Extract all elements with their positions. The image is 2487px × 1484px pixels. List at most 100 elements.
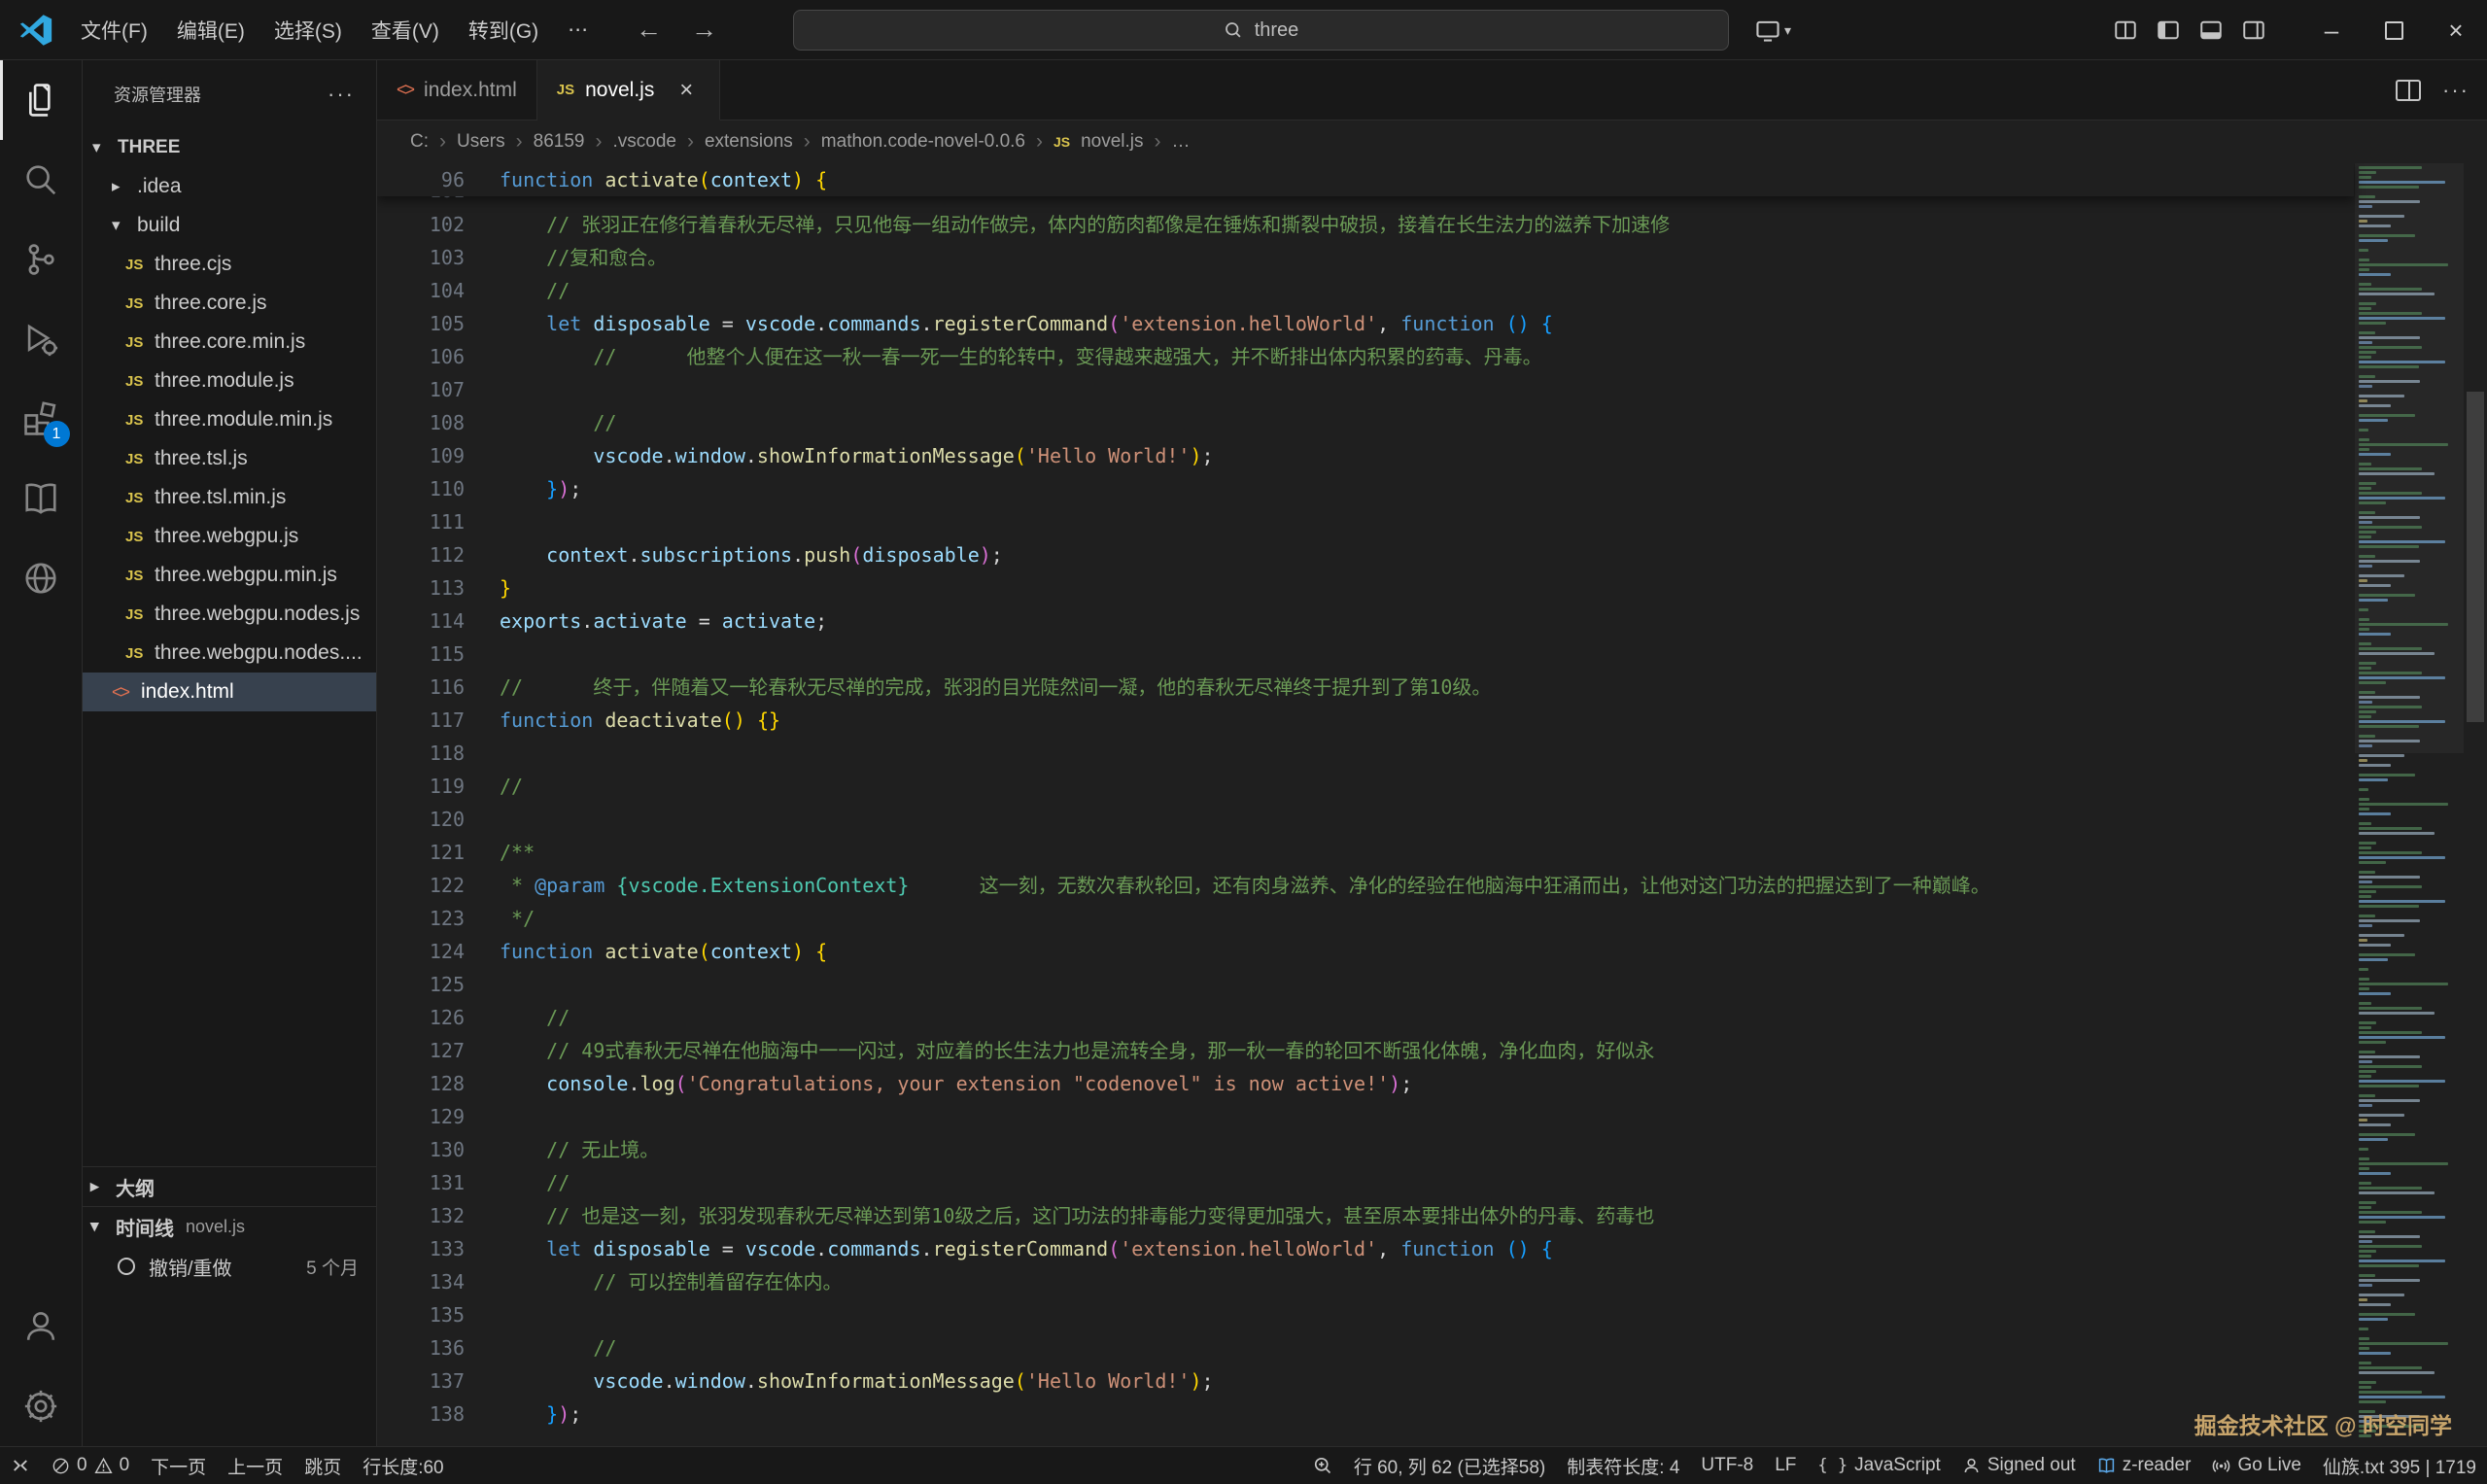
- code-line[interactable]: 108 //: [377, 406, 2487, 439]
- line-number[interactable]: 132: [377, 1199, 500, 1232]
- close-window-button[interactable]: ×: [2425, 0, 2487, 60]
- prev-page-button[interactable]: 上一页: [217, 1447, 294, 1484]
- line-number[interactable]: 112: [377, 538, 500, 571]
- tree-item-three[interactable]: ▾THREE: [83, 128, 376, 167]
- line-number[interactable]: 125: [377, 968, 500, 1001]
- code-line[interactable]: 137 vscode.window.showInformationMessage…: [377, 1364, 2487, 1398]
- code-line[interactable]: 124function activate(context) {: [377, 935, 2487, 968]
- code-line[interactable]: 134 // 可以控制着留存在体内。: [377, 1265, 2487, 1298]
- line-number[interactable]: 123: [377, 902, 500, 935]
- breadcrumb-item[interactable]: Users: [457, 131, 505, 153]
- menu-selection[interactable]: 选择(S): [259, 0, 357, 59]
- breadcrumb-item[interactable]: mathon.code-novel-0.0.6: [821, 131, 1025, 153]
- code-line[interactable]: 110 });: [377, 472, 2487, 505]
- line-number[interactable]: 129: [377, 1100, 500, 1133]
- more-actions-icon[interactable]: ···: [2442, 78, 2470, 103]
- line-length-indicator[interactable]: 行长度:60: [352, 1447, 454, 1484]
- timeline-panel-header[interactable]: ▾ 时间线 novel.js: [83, 1206, 376, 1246]
- tree-item-three-tsl-js[interactable]: JSthree.tsl.js: [83, 439, 376, 478]
- tree-item-three-webgpu-js[interactable]: JSthree.webgpu.js: [83, 517, 376, 556]
- code-line[interactable]: 121/**: [377, 836, 2487, 869]
- run-debug-activity-button[interactable]: [0, 299, 83, 379]
- menu-view[interactable]: 查看(V): [357, 0, 454, 59]
- timeline-entry[interactable]: 撤销/重做 5 个月: [83, 1246, 376, 1287]
- settings-button[interactable]: [0, 1366, 83, 1446]
- line-number[interactable]: 124: [377, 935, 500, 968]
- line-number[interactable]: 102: [377, 208, 500, 241]
- code-line[interactable]: 122 * @param {vscode.ExtensionContext} 这…: [377, 869, 2487, 902]
- code-line[interactable]: 116// 终于，伴随着又一轮春秋无尽禅的完成，张羽的目光陡然间一凝，他的春秋无…: [377, 671, 2487, 704]
- jump-page-button[interactable]: 跳页: [294, 1447, 352, 1484]
- line-number[interactable]: 115: [377, 638, 500, 671]
- layout-sidebar-left-icon[interactable]: [2147, 8, 2190, 52]
- tab-novel-js[interactable]: JS novel.js ×: [537, 60, 721, 121]
- tree-item-three-core-min-js[interactable]: JSthree.core.min.js: [83, 323, 376, 362]
- code-line[interactable]: 118: [377, 737, 2487, 770]
- line-number[interactable]: 130: [377, 1133, 500, 1166]
- vertical-scrollbar[interactable]: [2464, 163, 2487, 1446]
- monitor-dropdown-button[interactable]: ▾: [1755, 8, 1791, 52]
- eol-indicator[interactable]: LF: [1764, 1447, 1807, 1484]
- account-signed-out-indicator[interactable]: Signed out: [1952, 1447, 2087, 1484]
- outline-panel-header[interactable]: ▸ 大纲: [83, 1166, 376, 1206]
- menu-go[interactable]: 转到(G): [454, 0, 553, 59]
- line-number[interactable]: 128: [377, 1067, 500, 1100]
- maximize-button[interactable]: [2363, 0, 2425, 60]
- indentation-indicator[interactable]: 制表符长度: 4: [1556, 1447, 1690, 1484]
- tree-item-three-module-js[interactable]: JSthree.module.js: [83, 362, 376, 400]
- code-editor[interactable]: 96function activate(context) { 101 102 /…: [377, 163, 2487, 1446]
- code-line[interactable]: 127 // 49式春秋无尽禅在他脑海中一一闪过，对应着的长生法力也是流转全身，…: [377, 1034, 2487, 1067]
- breadcrumb-item[interactable]: 86159: [534, 131, 585, 153]
- tree-item-three-cjs[interactable]: JSthree.cjs: [83, 245, 376, 284]
- code-line[interactable]: 123 */: [377, 902, 2487, 935]
- close-icon[interactable]: ×: [673, 77, 700, 104]
- breadcrumb-item[interactable]: C:: [410, 131, 429, 153]
- code-line[interactable]: 103 //复和愈合。: [377, 241, 2487, 274]
- tree-item-three-webgpu-nodes-js[interactable]: JSthree.webgpu.nodes.js: [83, 595, 376, 634]
- remote-explorer-activity-button[interactable]: [0, 538, 83, 618]
- line-number[interactable]: 109: [377, 439, 500, 472]
- line-number[interactable]: 135: [377, 1298, 500, 1331]
- code-line[interactable]: 126 //: [377, 1001, 2487, 1034]
- line-number[interactable]: 106: [377, 340, 500, 373]
- source-control-activity-button[interactable]: [0, 220, 83, 299]
- code-line[interactable]: 113}: [377, 571, 2487, 604]
- line-number[interactable]: 113: [377, 571, 500, 604]
- tree-item-index-html[interactable]: <>index.html: [83, 673, 376, 711]
- code-line[interactable]: 107: [377, 373, 2487, 406]
- line-number[interactable]: 133: [377, 1232, 500, 1265]
- layout-sidebar-right-icon[interactable]: [2232, 8, 2275, 52]
- line-number[interactable]: 96: [377, 163, 500, 196]
- code-line[interactable]: 104 //: [377, 274, 2487, 307]
- code-line[interactable]: 109 vscode.window.showInformationMessage…: [377, 439, 2487, 472]
- breadcrumb-item[interactable]: extensions: [705, 131, 793, 153]
- line-number[interactable]: 137: [377, 1364, 500, 1398]
- code-line[interactable]: 129: [377, 1100, 2487, 1133]
- search-activity-button[interactable]: [0, 140, 83, 220]
- line-number[interactable]: 126: [377, 1001, 500, 1034]
- menu-file[interactable]: 文件(F): [66, 0, 162, 59]
- reader-file-info[interactable]: 仙族.txt 395 | 1719: [2312, 1447, 2487, 1484]
- tree-item-three-core-js[interactable]: JSthree.core.js: [83, 284, 376, 323]
- line-number[interactable]: 122: [377, 869, 500, 902]
- breadcrumb-item[interactable]: .vscode: [612, 131, 675, 153]
- line-number[interactable]: 127: [377, 1034, 500, 1067]
- code-line[interactable]: 135: [377, 1298, 2487, 1331]
- line-number[interactable]: 117: [377, 704, 500, 737]
- tree-item-three-tsl-min-js[interactable]: JSthree.tsl.min.js: [83, 478, 376, 517]
- line-number[interactable]: 108: [377, 406, 500, 439]
- code-line[interactable]: 130 // 无止境。: [377, 1133, 2487, 1166]
- code-line[interactable]: 102 // 张羽正在修行着春秋无尽禅，只见他每一组动作做完，体内的筋肉都像是在…: [377, 208, 2487, 241]
- code-line[interactable]: 114exports.activate = activate;: [377, 604, 2487, 638]
- line-number[interactable]: 131: [377, 1166, 500, 1199]
- tree-item-build[interactable]: ▾build: [83, 206, 376, 245]
- forward-button[interactable]: →: [691, 15, 717, 45]
- code-line[interactable]: 111: [377, 505, 2487, 538]
- go-live-button[interactable]: Go Live: [2201, 1447, 2311, 1484]
- code-line[interactable]: 119//: [377, 770, 2487, 803]
- breadcrumb-file[interactable]: novel.js: [1081, 131, 1143, 153]
- line-number[interactable]: 107: [377, 373, 500, 406]
- menu-more[interactable]: ⋯: [553, 0, 603, 59]
- line-number[interactable]: 138: [377, 1398, 500, 1431]
- minimize-button[interactable]: –: [2300, 0, 2363, 60]
